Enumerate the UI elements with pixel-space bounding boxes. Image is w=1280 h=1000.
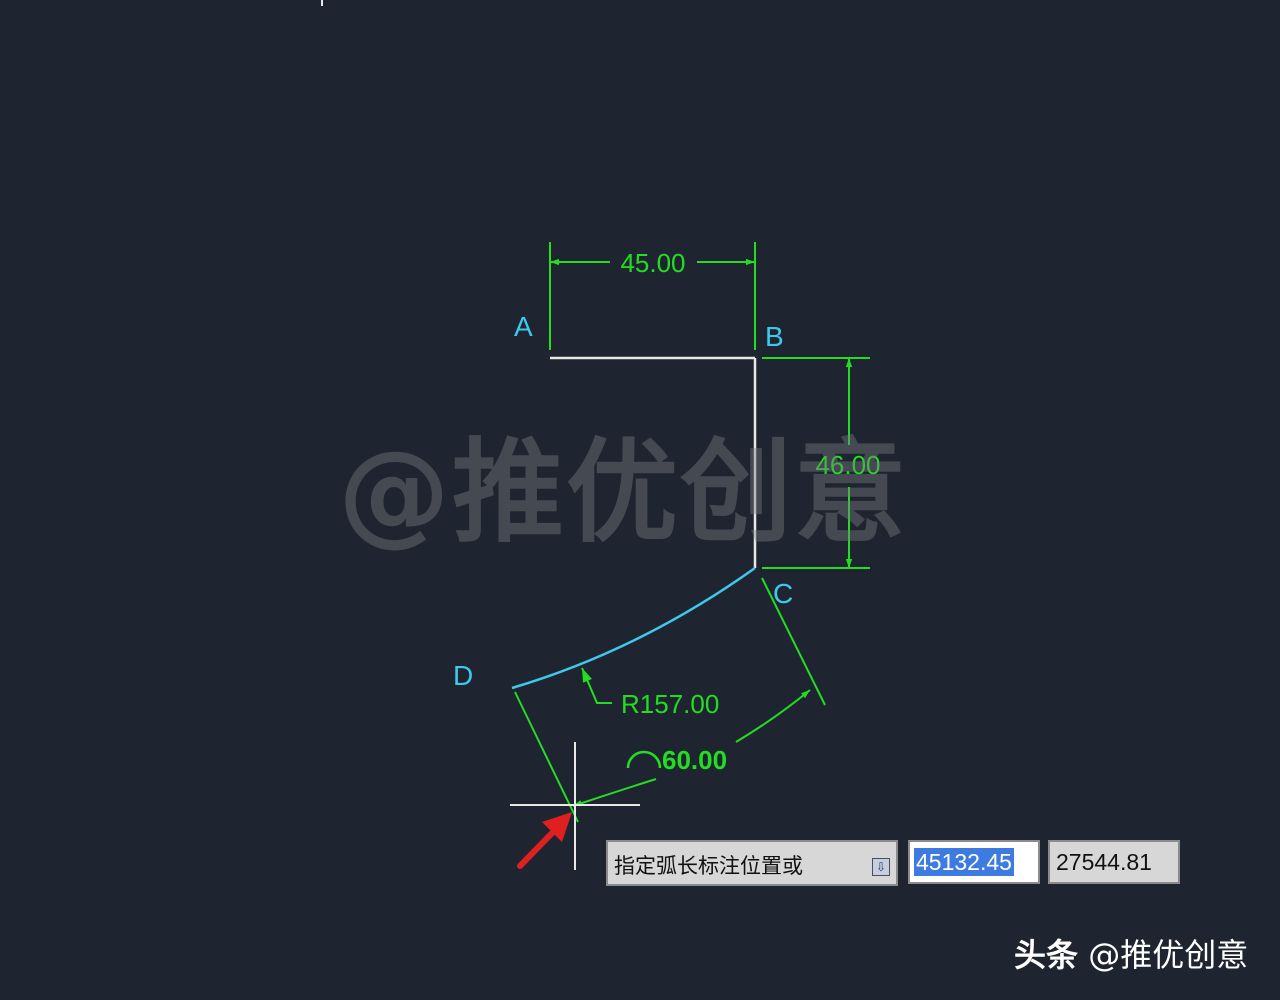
arc-cd[interactable] bbox=[511, 566, 756, 690]
credit-platform: 头条 bbox=[1014, 936, 1079, 974]
dim-bc-value: 46.00 bbox=[815, 450, 880, 480]
command-prompt[interactable]: 指定弧长标注位置或 ⇩ bbox=[606, 840, 898, 886]
arc-dim-line-left bbox=[572, 778, 657, 807]
x-coordinate-value: 45132.45 bbox=[914, 848, 1014, 876]
down-arrow-icon[interactable]: ⇩ bbox=[872, 858, 890, 876]
arc-dim-extension-d bbox=[514, 691, 579, 823]
red-pointer-arrow-icon bbox=[517, 812, 572, 869]
source-credit: 头条 @推优创意 bbox=[1014, 930, 1248, 976]
point-label-b: B bbox=[765, 321, 784, 352]
dim-radius-value: R157.00 bbox=[621, 689, 719, 719]
point-label-c: C bbox=[773, 578, 793, 609]
arc-dim-line-right bbox=[735, 689, 811, 743]
arc-dim-extension-c bbox=[761, 577, 826, 706]
command-prompt-text: 指定弧长标注位置或 bbox=[614, 854, 803, 878]
credit-author: @推优创意 bbox=[1088, 936, 1249, 974]
y-coordinate-value: 27544.81 bbox=[1056, 849, 1152, 875]
point-label-a: A bbox=[514, 311, 533, 342]
x-coordinate-input[interactable]: 45132.45 bbox=[908, 840, 1040, 884]
dim-ab-value: 45.00 bbox=[620, 248, 685, 278]
point-label-d: D bbox=[453, 660, 473, 691]
y-coordinate-input[interactable]: 27544.81 bbox=[1048, 840, 1180, 884]
arc-length-symbol bbox=[626, 750, 662, 769]
dim-arc-length-value: 60.00 bbox=[662, 745, 727, 775]
radius-leader bbox=[581, 667, 612, 704]
